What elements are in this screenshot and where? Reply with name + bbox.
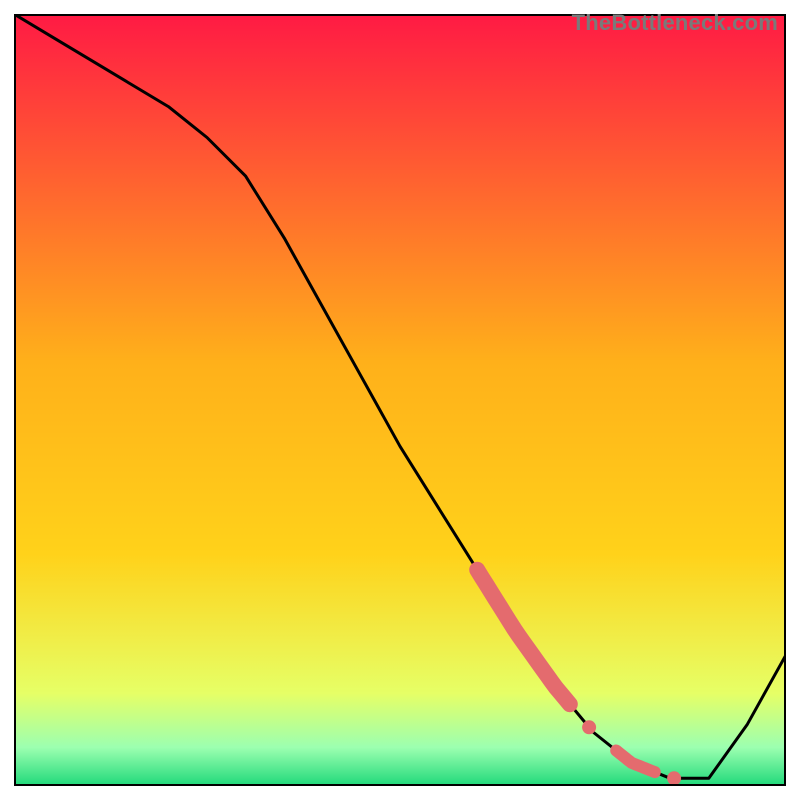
watermark-text: TheBottleneck.com	[572, 10, 778, 36]
gradient-background	[14, 14, 786, 786]
chart-frame: TheBottleneck.com	[14, 14, 786, 786]
highlight-dot-1	[582, 720, 596, 734]
highlight-dot-3	[667, 771, 681, 785]
bottleneck-chart	[14, 14, 786, 786]
